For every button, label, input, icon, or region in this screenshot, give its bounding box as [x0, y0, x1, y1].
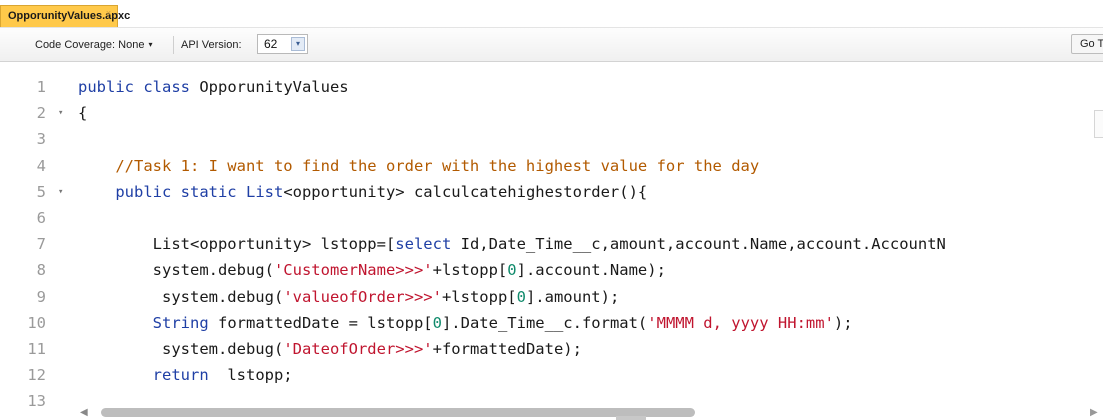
code-token: +lstopp[ — [432, 261, 508, 280]
code-token: system.debug( — [78, 261, 274, 280]
go-to-button[interactable]: Go T — [1071, 34, 1103, 54]
scrollbar-thumb[interactable] — [101, 408, 695, 417]
line-number: 10 — [27, 313, 46, 332]
line-number: 3 — [36, 130, 46, 149]
code-line[interactable]: 9 system.debug('valueofOrder>>>'+lstopp[… — [0, 284, 1103, 310]
code-line[interactable]: 3 — [0, 126, 1103, 152]
code-token: String — [78, 313, 209, 332]
line-number: 13 — [27, 392, 46, 411]
code-token: +formattedDate); — [432, 340, 582, 358]
toolbar-divider — [173, 36, 174, 54]
code-text: public static List<opportunity> calculca… — [78, 179, 647, 205]
code-token: 0 — [507, 261, 517, 280]
code-token: +lstopp[ — [441, 287, 517, 306]
code-line[interactable]: 8 system.debug('CustomerName>>>'+lstopp[… — [0, 257, 1103, 283]
line-number: 11 — [27, 340, 46, 358]
code-token: select — [395, 235, 452, 254]
line-number: 4 — [36, 156, 46, 175]
fold-toggle-icon[interactable]: ▾ — [58, 100, 63, 126]
code-token: ); — [833, 313, 853, 332]
line-number: 6 — [36, 209, 46, 227]
code-line[interactable]: 11 system.debug('DateofOrder>>>'+formatt… — [0, 336, 1103, 362]
code-text: system.debug('CustomerName>>>'+lstopp[0]… — [78, 257, 666, 283]
code-text: String formattedDate = lstopp[0].Date_Ti… — [78, 310, 853, 336]
code-token: Id,Date_Time__c,amount,account.Name,acco… — [451, 235, 946, 254]
line-number: 2 — [36, 104, 46, 123]
code-text: system.debug('valueofOrder>>>'+lstopp[0]… — [78, 284, 619, 310]
code-line[interactable]: 6 — [0, 205, 1103, 231]
code-editor[interactable]: 1 public class OpporunityValues 2 ▾ {3 4 //Ta… — [0, 63, 1103, 420]
api-version-value: 62 — [264, 37, 278, 51]
code-line[interactable]: 10 String formattedDate = lstopp[0].Date… — [0, 310, 1103, 336]
code-token: public class — [78, 78, 200, 96]
api-version-select[interactable]: 62 ▾ — [257, 34, 308, 54]
code-token: formattedDate = lstopp[ — [208, 313, 433, 332]
code-token: lstopp; — [208, 366, 293, 385]
code-text: { — [78, 100, 87, 126]
code-line[interactable]: 1 public class OpporunityValues — [0, 74, 1103, 100]
code-line[interactable]: 12 return lstopp; — [0, 362, 1103, 388]
code-token: { — [78, 104, 88, 123]
code-text: List<opportunity> lstopp=[select Id,Date… — [78, 231, 946, 257]
code-token: 'MMMM d, yyyy HH:mm' — [647, 313, 834, 332]
resize-handle[interactable] — [616, 416, 646, 420]
fold-toggle-icon[interactable]: ▾ — [58, 179, 63, 205]
line-number: 12 — [27, 366, 46, 385]
line-number: 5 — [36, 182, 46, 201]
code-token: system.debug( — [78, 287, 284, 306]
code-text: public class OpporunityValues — [78, 74, 349, 100]
close-icon[interactable]: × — [104, 9, 113, 18]
line-number: 8 — [36, 261, 46, 280]
code-token: public static — [78, 182, 246, 201]
code-text: //Task 1: I want to find the order with … — [78, 153, 759, 179]
code-text: system.debug('DateofOrder>>>'+formattedD… — [78, 336, 582, 362]
code-token: List — [245, 182, 284, 201]
code-coverage-dropdown[interactable]: Code Coverage: None ▾ — [35, 35, 152, 55]
horizontal-scrollbar[interactable]: ◀ ▶ — [74, 404, 1103, 420]
api-version-label: API Version: — [181, 39, 242, 51]
chevron-down-icon[interactable]: ▾ — [291, 37, 305, 51]
line-number: 1 — [36, 78, 46, 96]
code-token: 0 — [432, 313, 442, 332]
line-number: 7 — [36, 235, 46, 254]
code-line[interactable]: 5 ▾ public static List<opportunity> calcu… — [0, 179, 1103, 205]
scroll-left-icon[interactable]: ◀ — [80, 407, 88, 418]
editor-toolbar: Code Coverage: None ▾ API Version: 62 ▾ G… — [0, 28, 1103, 62]
code-token: //Task 1: I want to find the order with … — [78, 156, 760, 175]
file-tab[interactable]: OpporunityValues.apxc × — [0, 5, 130, 27]
code-token: return — [78, 366, 209, 385]
editor-tab-bar: OpporunityValues.apxc × — [0, 0, 1103, 28]
code-line[interactable]: 2 ▾ { — [0, 100, 1103, 126]
code-token: <opportunity> calculcatehighestorder(){ — [283, 182, 648, 201]
code-token: ].amount); — [525, 287, 620, 306]
code-token: system.debug( — [78, 340, 284, 358]
code-token: OpporunityValues — [199, 78, 349, 96]
caret-down-icon: ▾ — [148, 40, 153, 49]
code-token: 0 — [516, 287, 526, 306]
line-number: 9 — [36, 287, 46, 306]
overview-ruler-marker — [1094, 110, 1103, 138]
code-line[interactable]: 4 //Task 1: I want to find the order wit… — [0, 153, 1103, 179]
code-token: ].account.Name); — [516, 261, 666, 280]
code-line[interactable]: 7 List<opportunity> lstopp=[select Id,Da… — [0, 231, 1103, 257]
code-token: 'valueofOrder>>>' — [283, 287, 442, 306]
code-token: List<opportunity> lstopp=[ — [78, 235, 396, 254]
code-text: return lstopp; — [78, 362, 293, 388]
code-token: 'DateofOrder>>>' — [283, 340, 433, 358]
code-token: 'CustomerName>>>' — [273, 261, 433, 280]
code-token: ].Date_Time__c.format( — [441, 313, 648, 332]
scroll-right-icon[interactable]: ▶ — [1090, 407, 1098, 418]
code-coverage-label: Code Coverage: None — [35, 39, 145, 51]
